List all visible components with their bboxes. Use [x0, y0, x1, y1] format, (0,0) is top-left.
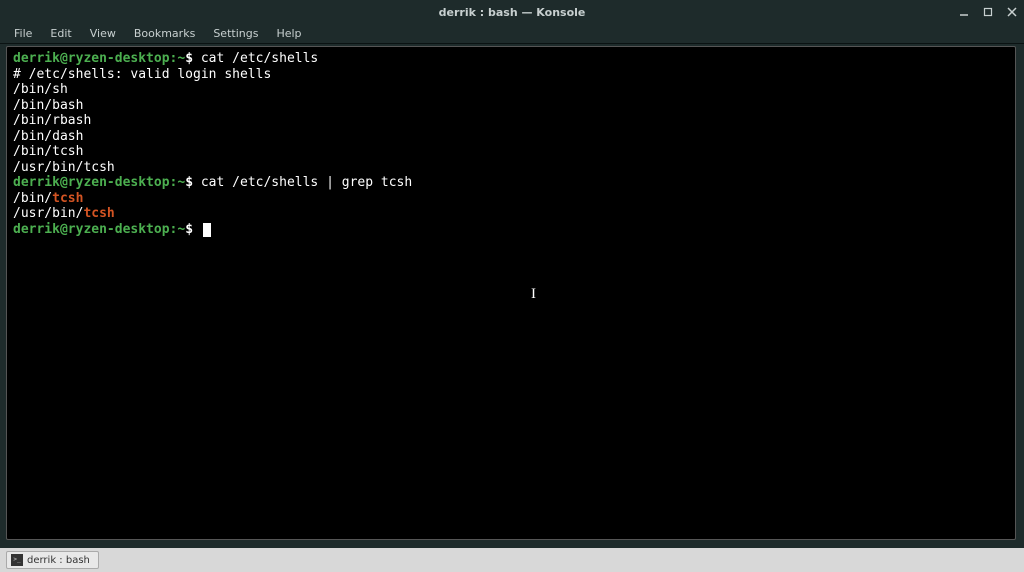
taskbar: derrik : bash — [0, 548, 1024, 572]
menu-view[interactable]: View — [82, 25, 124, 42]
terminal-content: derrik@ryzen-desktop:~$ cat /etc/shells#… — [13, 51, 1009, 237]
menu-file[interactable]: File — [6, 25, 40, 42]
window-title: derrik : bash — Konsole — [439, 6, 586, 19]
menubar: File Edit View Bookmarks Settings Help — [0, 24, 1024, 44]
terminal-icon — [11, 554, 23, 566]
taskbar-item-label: derrik : bash — [27, 555, 90, 566]
terminal[interactable]: derrik@ryzen-desktop:~$ cat /etc/shells#… — [6, 46, 1016, 540]
menu-help[interactable]: Help — [268, 25, 309, 42]
close-button[interactable] — [1006, 6, 1018, 18]
maximize-button[interactable] — [982, 6, 994, 18]
menu-settings[interactable]: Settings — [205, 25, 266, 42]
menu-bookmarks[interactable]: Bookmarks — [126, 25, 203, 42]
menu-edit[interactable]: Edit — [42, 25, 79, 42]
minimize-button[interactable] — [958, 6, 970, 18]
titlebar: derrik : bash — Konsole — [0, 0, 1024, 24]
window-controls — [958, 0, 1018, 24]
taskbar-item-konsole[interactable]: derrik : bash — [6, 551, 99, 569]
terminal-cursor — [203, 223, 211, 237]
text-cursor-icon: I — [531, 287, 533, 303]
